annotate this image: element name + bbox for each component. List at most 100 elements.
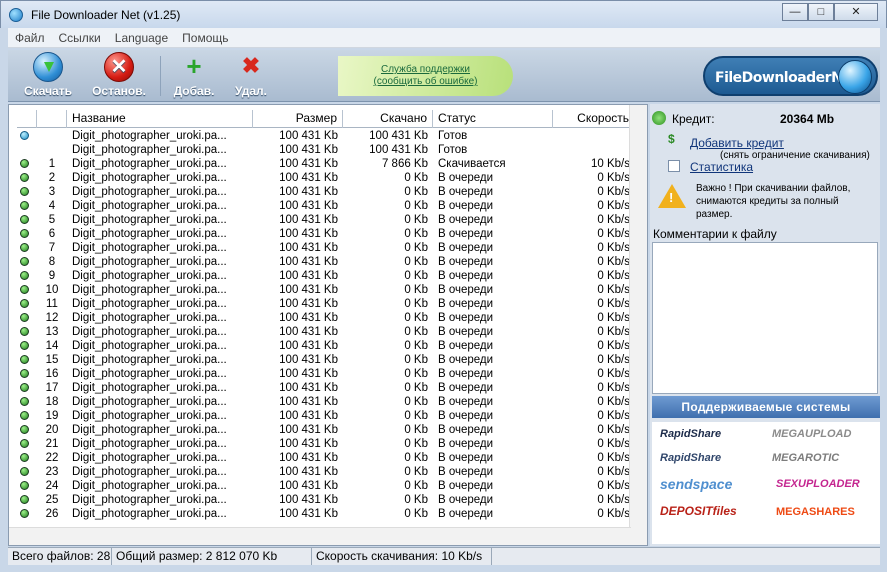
- stop-button[interactable]: ✕ Останов.: [88, 52, 150, 98]
- add-button[interactable]: + Добав.: [168, 52, 220, 98]
- header-size[interactable]: Размер: [253, 110, 343, 128]
- table-row[interactable]: 26 Digit_photographer_uroki.pa... 100 431 …: [17, 507, 635, 521]
- download-icon: [33, 52, 63, 82]
- table-row[interactable]: 25 Digit_photographer_uroki.pa... 100 431 …: [17, 493, 635, 507]
- row-speed: 0 Kb/s: [597, 410, 630, 422]
- row-status: В очереди: [438, 256, 494, 268]
- table-row[interactable]: 13 Digit_photographer_uroki.pa... 100 431 …: [17, 325, 635, 339]
- header-speed[interactable]: Скорость: [553, 110, 635, 128]
- row-status: В очереди: [438, 228, 494, 240]
- row-number: 5: [48, 214, 56, 226]
- supported-systems-logos: RapidShare MEGAUPLOAD RapidShare MEGAROT…: [652, 422, 880, 544]
- table-row[interactable]: 22 Digit_photographer_uroki.pa... 100 431 …: [17, 451, 635, 465]
- chart-icon: [668, 160, 680, 172]
- table-row[interactable]: 6 Digit_photographer_uroki.pa... 100 431 K…: [17, 227, 635, 241]
- maximize-button[interactable]: □: [808, 3, 834, 21]
- row-downloaded: 0 Kb: [404, 200, 428, 212]
- row-name: Digit_photographer_uroki.pa...: [72, 424, 227, 436]
- add-credit-link[interactable]: Добавить кредит: [690, 136, 784, 150]
- table-row[interactable]: 17 Digit_photographer_uroki.pa... 100 431 …: [17, 381, 635, 395]
- status-dot-icon: [20, 159, 29, 168]
- row-number: 21: [45, 438, 59, 450]
- row-speed: 0 Kb/s: [597, 452, 630, 464]
- table-row[interactable]: Digit_photographer_uroki.pa... 100 431 Kb…: [17, 129, 635, 143]
- table-row[interactable]: 16 Digit_photographer_uroki.pa... 100 431 …: [17, 367, 635, 381]
- header-downloaded[interactable]: Скачано: [343, 110, 433, 128]
- table-row[interactable]: 18 Digit_photographer_uroki.pa... 100 431 …: [17, 395, 635, 409]
- table-row[interactable]: 15 Digit_photographer_uroki.pa... 100 431 …: [17, 353, 635, 367]
- row-size: 100 431 Kb: [279, 256, 338, 268]
- horizontal-scrollbar[interactable]: [9, 527, 631, 545]
- table-row[interactable]: 23 Digit_photographer_uroki.pa... 100 431 …: [17, 465, 635, 479]
- row-speed: 0 Kb/s: [597, 396, 630, 408]
- table-row[interactable]: 8 Digit_photographer_uroki.pa... 100 431 K…: [17, 255, 635, 269]
- comments-textarea[interactable]: [652, 242, 878, 394]
- row-downloaded: 0 Kb: [404, 172, 428, 184]
- row-size: 100 431 Kb: [279, 214, 338, 226]
- row-number: 26: [45, 508, 59, 520]
- row-status-cell: [17, 143, 37, 157]
- row-downloaded: 0 Kb: [404, 326, 428, 338]
- row-downloaded: 0 Kb: [404, 284, 428, 296]
- row-speed: 0 Kb/s: [597, 284, 630, 296]
- table-row[interactable]: 20 Digit_photographer_uroki.pa... 100 431 …: [17, 423, 635, 437]
- row-downloaded: 0 Kb: [404, 480, 428, 492]
- table-row[interactable]: 10 Digit_photographer_uroki.pa... 100 431 …: [17, 283, 635, 297]
- row-number: 24: [45, 480, 59, 492]
- row-name: Digit_photographer_uroki.pa...: [72, 298, 227, 310]
- header-number-column[interactable]: [37, 110, 67, 128]
- table-row[interactable]: Digit_photographer_uroki.pa... 100 431 Kb…: [17, 143, 635, 157]
- remove-button[interactable]: ✖ Удал.: [226, 52, 276, 98]
- table-row[interactable]: 7 Digit_photographer_uroki.pa... 100 431 K…: [17, 241, 635, 255]
- table-row[interactable]: 11 Digit_photographer_uroki.pa... 100 431 …: [17, 297, 635, 311]
- row-name: Digit_photographer_uroki.pa...: [72, 214, 227, 226]
- row-downloaded: 0 Kb: [404, 242, 428, 254]
- support-link[interactable]: Служба поддержки: [338, 64, 513, 76]
- row-downloaded: 0 Kb: [404, 298, 428, 310]
- table-row[interactable]: 3 Digit_photographer_uroki.pa... 100 431 K…: [17, 185, 635, 199]
- warning-exclamation: !: [669, 190, 674, 205]
- table-row[interactable]: 2 Digit_photographer_uroki.pa... 100 431 K…: [17, 171, 635, 185]
- row-size: 100 431 Kb: [279, 396, 338, 408]
- status-dot-icon: [20, 509, 29, 518]
- row-downloaded: 0 Kb: [404, 256, 428, 268]
- download-button[interactable]: Скачать: [18, 52, 78, 98]
- row-status-cell: [17, 129, 37, 143]
- table-row[interactable]: 21 Digit_photographer_uroki.pa... 100 431 …: [17, 437, 635, 451]
- table-row[interactable]: 19 Digit_photographer_uroki.pa... 100 431 …: [17, 409, 635, 423]
- table-row[interactable]: 1 Digit_photographer_uroki.pa... 100 431 K…: [17, 157, 635, 171]
- minimize-button[interactable]: —: [782, 3, 808, 21]
- brand-name: FileDownloaderNet: [715, 70, 858, 86]
- menu-language[interactable]: Language: [108, 28, 175, 47]
- menu-help[interactable]: Помощь: [175, 28, 235, 47]
- menu-links[interactable]: Ссылки: [52, 28, 108, 47]
- close-button[interactable]: ✕: [834, 3, 878, 21]
- row-status: В очереди: [438, 438, 494, 450]
- row-speed: 0 Kb/s: [597, 438, 630, 450]
- header-icon-column[interactable]: [17, 110, 37, 128]
- status-dot-icon: [20, 495, 29, 504]
- header-status[interactable]: Статус: [433, 110, 553, 128]
- row-speed: 0 Kb/s: [597, 326, 630, 338]
- row-status-cell: [17, 283, 37, 297]
- credit-icon: [652, 111, 666, 125]
- row-status-cell: [17, 437, 37, 451]
- menu-file[interactable]: Файл: [8, 28, 52, 47]
- row-status: В очереди: [438, 382, 494, 394]
- vertical-scrollbar[interactable]: [629, 105, 647, 545]
- row-downloaded: 0 Kb: [404, 438, 428, 450]
- row-speed: [553, 143, 635, 157]
- row-downloaded: 7 866 Kb: [381, 158, 428, 170]
- header-name[interactable]: Название: [67, 110, 253, 128]
- table-row[interactable]: 9 Digit_photographer_uroki.pa... 100 431 K…: [17, 269, 635, 283]
- table-row[interactable]: 12 Digit_photographer_uroki.pa... 100 431 …: [17, 311, 635, 325]
- row-speed: 0 Kb/s: [597, 228, 630, 240]
- table-row[interactable]: 14 Digit_photographer_uroki.pa... 100 431 …: [17, 339, 635, 353]
- table-row[interactable]: 5 Digit_photographer_uroki.pa... 100 431 K…: [17, 213, 635, 227]
- statistics-link[interactable]: Статистика: [690, 160, 753, 174]
- table-row[interactable]: 4 Digit_photographer_uroki.pa... 100 431 K…: [17, 199, 635, 213]
- stop-label: Останов.: [92, 84, 146, 98]
- report-error-link[interactable]: (сообщить об ошибке): [338, 76, 513, 88]
- table-row[interactable]: 24 Digit_photographer_uroki.pa... 100 431 …: [17, 479, 635, 493]
- row-status-cell: [17, 325, 37, 339]
